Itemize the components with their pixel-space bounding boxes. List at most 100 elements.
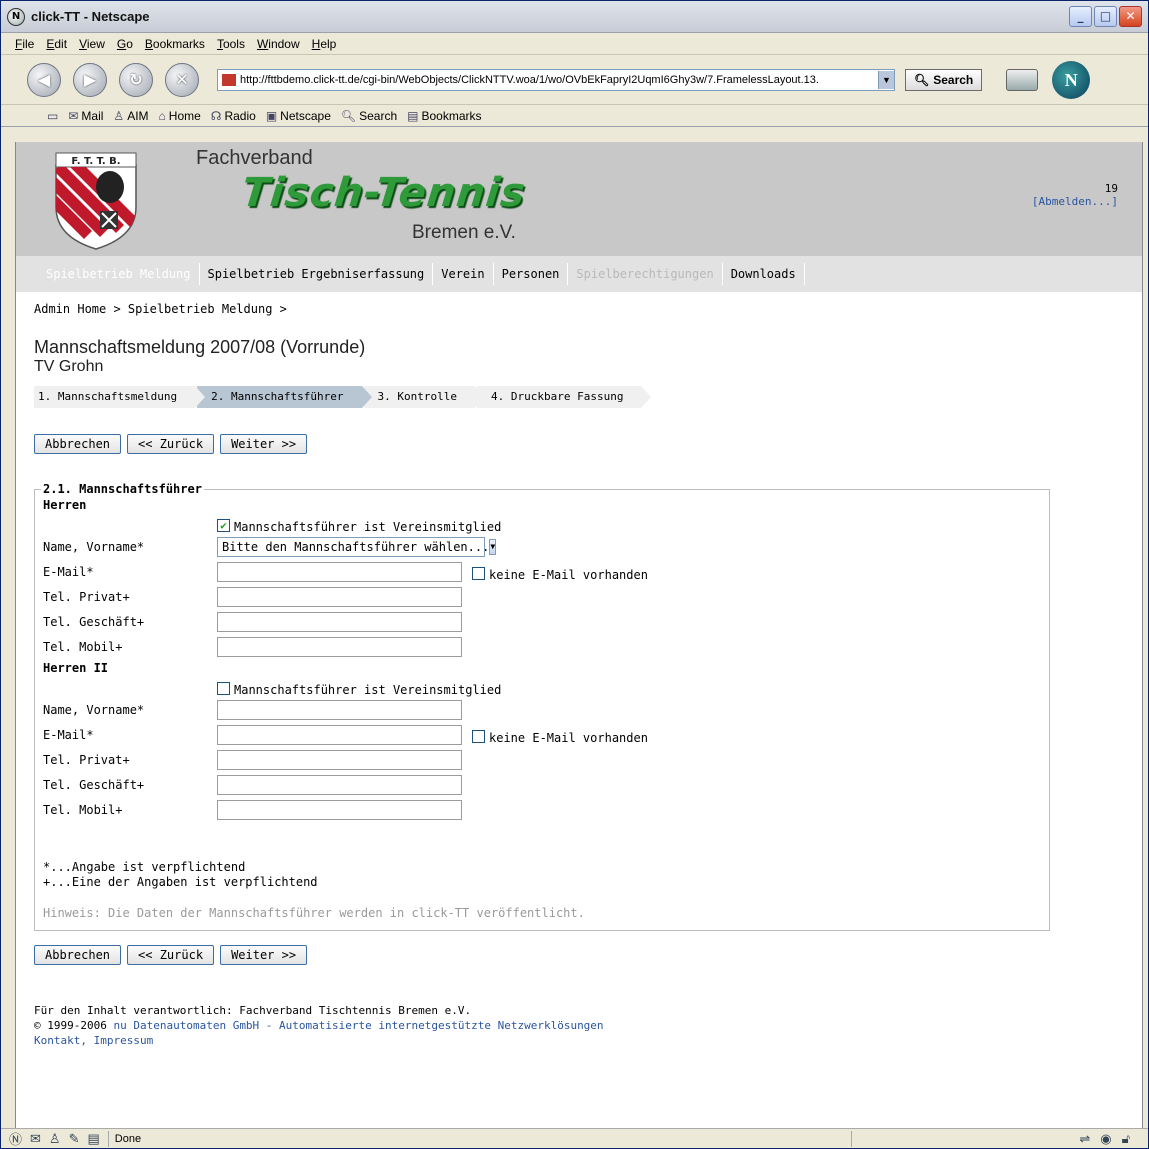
- url-dropdown-icon[interactable]: ▼: [878, 70, 894, 89]
- headphones-icon: ☊: [210, 108, 222, 123]
- back-button[interactable]: << Zurück: [127, 945, 215, 965]
- tel-mobile-field[interactable]: [217, 799, 462, 820]
- nav-verein[interactable]: Verein: [433, 263, 494, 285]
- stop-icon[interactable]: ✕: [165, 62, 199, 97]
- close-button[interactable]: ✕: [1119, 6, 1142, 27]
- member-checkbox[interactable]: [217, 682, 230, 695]
- menu-edit[interactable]: Edit: [46, 37, 67, 51]
- nav-spielbetrieb-meldung[interactable]: Spielbetrieb Meldung: [38, 263, 200, 285]
- cookie-icon[interactable]: ◉: [1100, 1131, 1111, 1147]
- menu-bar: File Edit View Go Bookmarks Tools Window…: [1, 33, 1148, 55]
- personal-bookmarks[interactable]: ▤ Bookmarks: [407, 109, 481, 123]
- tabs-icon[interactable]: ▭: [47, 109, 58, 123]
- status-indicators: ⇌ ◉ 🔓︎: [1079, 1131, 1130, 1147]
- email-field[interactable]: [217, 561, 462, 582]
- nav-spielberechtigungen: Spielberechtigungen: [568, 263, 723, 285]
- print-icon[interactable]: [1006, 68, 1039, 91]
- url-bar[interactable]: http://fttbdemo.click-tt.de/cgi-bin/WebO…: [217, 68, 895, 91]
- next-button[interactable]: Weiter >>: [220, 945, 308, 965]
- page-title: Mannschaftsmeldung 2007/08 (Vorrunde): [34, 337, 366, 357]
- breadcrumb[interactable]: Admin Home > Spielbetrieb Meldung >: [34, 302, 1142, 318]
- security-lock-icon[interactable]: 🔓︎: [1122, 1131, 1130, 1147]
- menu-go[interactable]: Go: [117, 37, 133, 51]
- menu-help[interactable]: Help: [312, 37, 337, 51]
- menu-tools[interactable]: Tools: [217, 37, 245, 51]
- personal-netscape[interactable]: ▣ Netscape: [266, 109, 331, 123]
- nav-downloads[interactable]: Downloads: [723, 263, 805, 285]
- netscape-app-icon: N: [7, 7, 25, 26]
- minimize-button[interactable]: _: [1069, 6, 1092, 27]
- step-druckbare-fassung[interactable]: 4. Druckbare Fassung: [477, 386, 652, 408]
- tel-business-field[interactable]: [217, 774, 462, 795]
- fttb-crest-logo: F. T. T. B.: [55, 152, 137, 250]
- bookmarks-folder-icon: ▤: [407, 108, 419, 123]
- my-netscape-icon: ▣: [265, 108, 278, 123]
- captain-select[interactable]: Bitte den Mannschaftsführer wählen... ▼: [217, 536, 497, 557]
- personal-home-label: Home: [168, 108, 201, 123]
- aim-icon: ♙: [113, 108, 125, 123]
- url-text[interactable]: http://fttbdemo.click-tt.de/cgi-bin/WebO…: [240, 74, 878, 86]
- cancel-button[interactable]: Abbrechen: [34, 945, 122, 965]
- name-label: Name, Vorname*: [43, 702, 145, 717]
- next-button[interactable]: Weiter >>: [220, 434, 308, 454]
- step-mannschaftsmeldung[interactable]: 1. Mannschaftsmeldung: [34, 386, 206, 408]
- personal-aim[interactable]: ♙ AIM: [113, 109, 148, 123]
- no-email-checkbox[interactable]: [472, 729, 485, 743]
- tel-private-field[interactable]: [217, 586, 462, 607]
- member-checkbox-row: Mannschaftsführer ist Vereinsmitglied: [43, 677, 1041, 697]
- tel-private-field[interactable]: [217, 749, 462, 770]
- team-title: Herren II: [43, 661, 109, 675]
- tel-private-row: Tel. Privat+: [43, 584, 1041, 609]
- tel-business-field[interactable]: [217, 611, 462, 632]
- cancel-button[interactable]: Abbrechen: [34, 434, 122, 454]
- menu-view[interactable]: View: [79, 37, 105, 51]
- forward-arrow-icon[interactable]: ▶: [73, 62, 107, 97]
- personal-aim-label: AIM: [127, 108, 149, 123]
- menu-file[interactable]: File: [15, 37, 34, 51]
- back-arrow-icon[interactable]: ◀: [27, 62, 61, 97]
- status-text: Done: [107, 1130, 852, 1147]
- personal-mail[interactable]: ✉ Mail: [68, 109, 103, 123]
- menu-window[interactable]: Window: [257, 37, 300, 51]
- datenautomaten-link[interactable]: nu Datenautomaten GmbH - Automatisierte …: [113, 1019, 603, 1032]
- aim-icon[interactable]: ♙: [49, 1131, 61, 1147]
- responsible-text: Für den Inhalt verantwortlich: Fachverba…: [34, 1004, 472, 1017]
- chevron-down-icon[interactable]: ▼: [489, 538, 497, 555]
- menu-bookmarks[interactable]: Bookmarks: [145, 37, 205, 51]
- member-checkbox[interactable]: ✔: [217, 519, 230, 532]
- maximize-button[interactable]: □: [1094, 6, 1117, 27]
- no-email-checkbox[interactable]: [472, 566, 485, 580]
- window-title: click-TT - Netscape: [31, 9, 150, 24]
- no-email-option: keine E-Mail vorhanden: [472, 725, 648, 745]
- tel-mobile-row: Tel. Mobil+: [43, 634, 1041, 659]
- page-viewport: F. T. T. B. Fachverband Tisch-Tennis Bre…: [15, 142, 1143, 1130]
- nav-personen[interactable]: Personen: [494, 263, 569, 285]
- step-kontrolle[interactable]: 3. Kontrolle: [363, 386, 486, 408]
- tel-mobile-row: Tel. Mobil+: [43, 797, 1041, 822]
- netscape-status-icon[interactable]: Ⓝ: [9, 1129, 22, 1148]
- nav-spielbetrieb-ergebniserfassung[interactable]: Spielbetrieb Ergebniserfassung: [200, 263, 434, 285]
- required-note: *...Angabe ist verpflichtend: [43, 860, 246, 874]
- publication-hint: Hinweis: Die Daten der Mannschaftsführer…: [43, 906, 585, 920]
- copyright-line: © 1999-2006 nu Datenautomaten GmbH - Aut…: [34, 1018, 1142, 1033]
- connection-icon[interactable]: ⇌: [1079, 1131, 1090, 1147]
- contact-imprint-link[interactable]: Kontakt, Impressum: [34, 1033, 1142, 1048]
- tel-mobile-field[interactable]: [217, 636, 462, 657]
- name-field[interactable]: [217, 699, 462, 720]
- personal-search[interactable]: 🔍︎ Search: [341, 109, 397, 123]
- no-email-option: keine E-Mail vorhanden: [472, 562, 648, 582]
- email-field[interactable]: [217, 724, 462, 745]
- back-button[interactable]: << Zurück: [127, 434, 215, 454]
- email-label: E-Mail*: [43, 727, 94, 742]
- address-book-icon[interactable]: ▤: [87, 1131, 99, 1147]
- logout-link[interactable]: [Abmelden...]: [1032, 195, 1118, 208]
- mail-icon[interactable]: ✉: [30, 1131, 41, 1147]
- title-bar: N click-TT - Netscape _ □ ✕: [1, 1, 1148, 33]
- personal-bookmarks-label: Bookmarks: [421, 108, 482, 123]
- netscape-logo-icon[interactable]: N: [1052, 60, 1091, 99]
- composer-icon[interactable]: ✎: [69, 1131, 80, 1147]
- reload-icon[interactable]: ↻: [119, 62, 153, 97]
- personal-radio[interactable]: ☊ Radio: [211, 109, 256, 123]
- search-button[interactable]: 🔍︎ Search: [905, 68, 983, 91]
- personal-home[interactable]: ⌂ Home: [159, 109, 201, 123]
